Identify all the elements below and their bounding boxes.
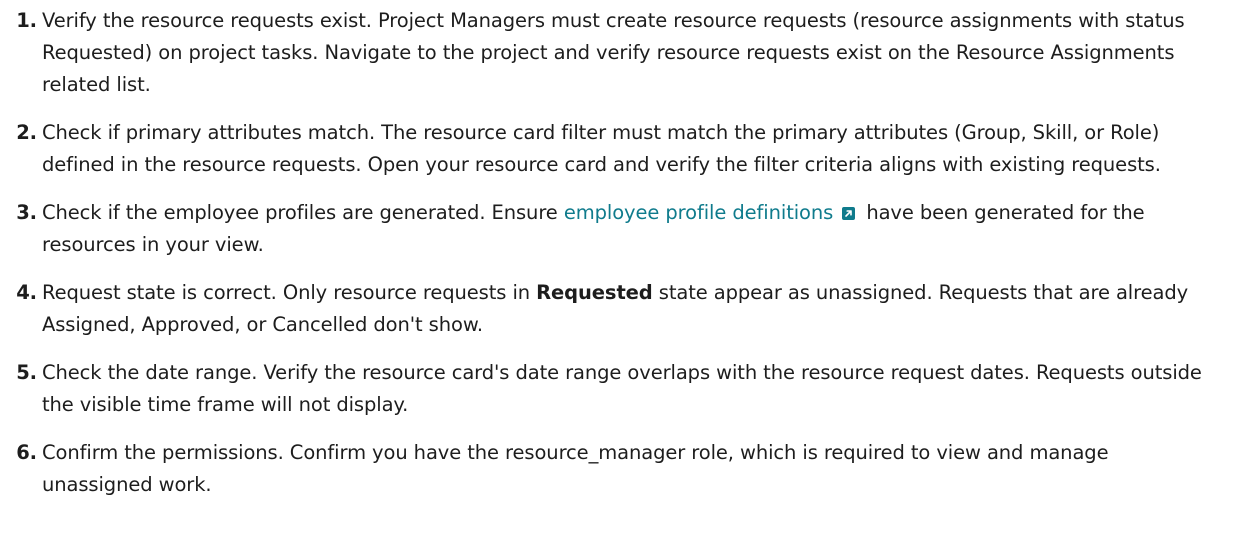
step-number: 6. (16, 441, 37, 464)
step-text: Check if primary attributes match. The r… (42, 121, 1161, 176)
step-text-before-link: Check if the employee profiles are gener… (42, 201, 564, 224)
requested-state-label: Requested (536, 281, 653, 304)
step-text: Check the date range. Verify the resourc… (42, 361, 1202, 416)
step-text: Confirm the permissions. Confirm you hav… (42, 441, 1109, 496)
step-text: Verify the resource requests exist. Proj… (42, 9, 1185, 96)
external-link-icon[interactable] (842, 207, 856, 220)
employee-profile-definitions-link[interactable]: employee profile definitions (564, 201, 834, 224)
step-number: 4. (16, 281, 37, 304)
step-6: 6. Confirm the permissions. Confirm you … (0, 437, 1210, 501)
step-2: 2. Check if primary attributes match. Th… (0, 117, 1210, 181)
step-4: 4. Request state is correct. Only resour… (0, 277, 1210, 341)
step-3: 3. Check if the employee profiles are ge… (0, 197, 1210, 261)
step-number: 3. (16, 201, 37, 224)
step-1: 1. Verify the resource requests exist. P… (0, 5, 1210, 101)
troubleshooting-steps-list: 1. Verify the resource requests exist. P… (0, 0, 1238, 517)
step-text-before-bold: Request state is correct. Only resource … (42, 281, 537, 304)
step-number: 5. (16, 361, 37, 384)
step-number: 1. (16, 9, 37, 32)
step-number: 2. (16, 121, 37, 144)
step-5: 5. Check the date range. Verify the reso… (0, 357, 1210, 421)
